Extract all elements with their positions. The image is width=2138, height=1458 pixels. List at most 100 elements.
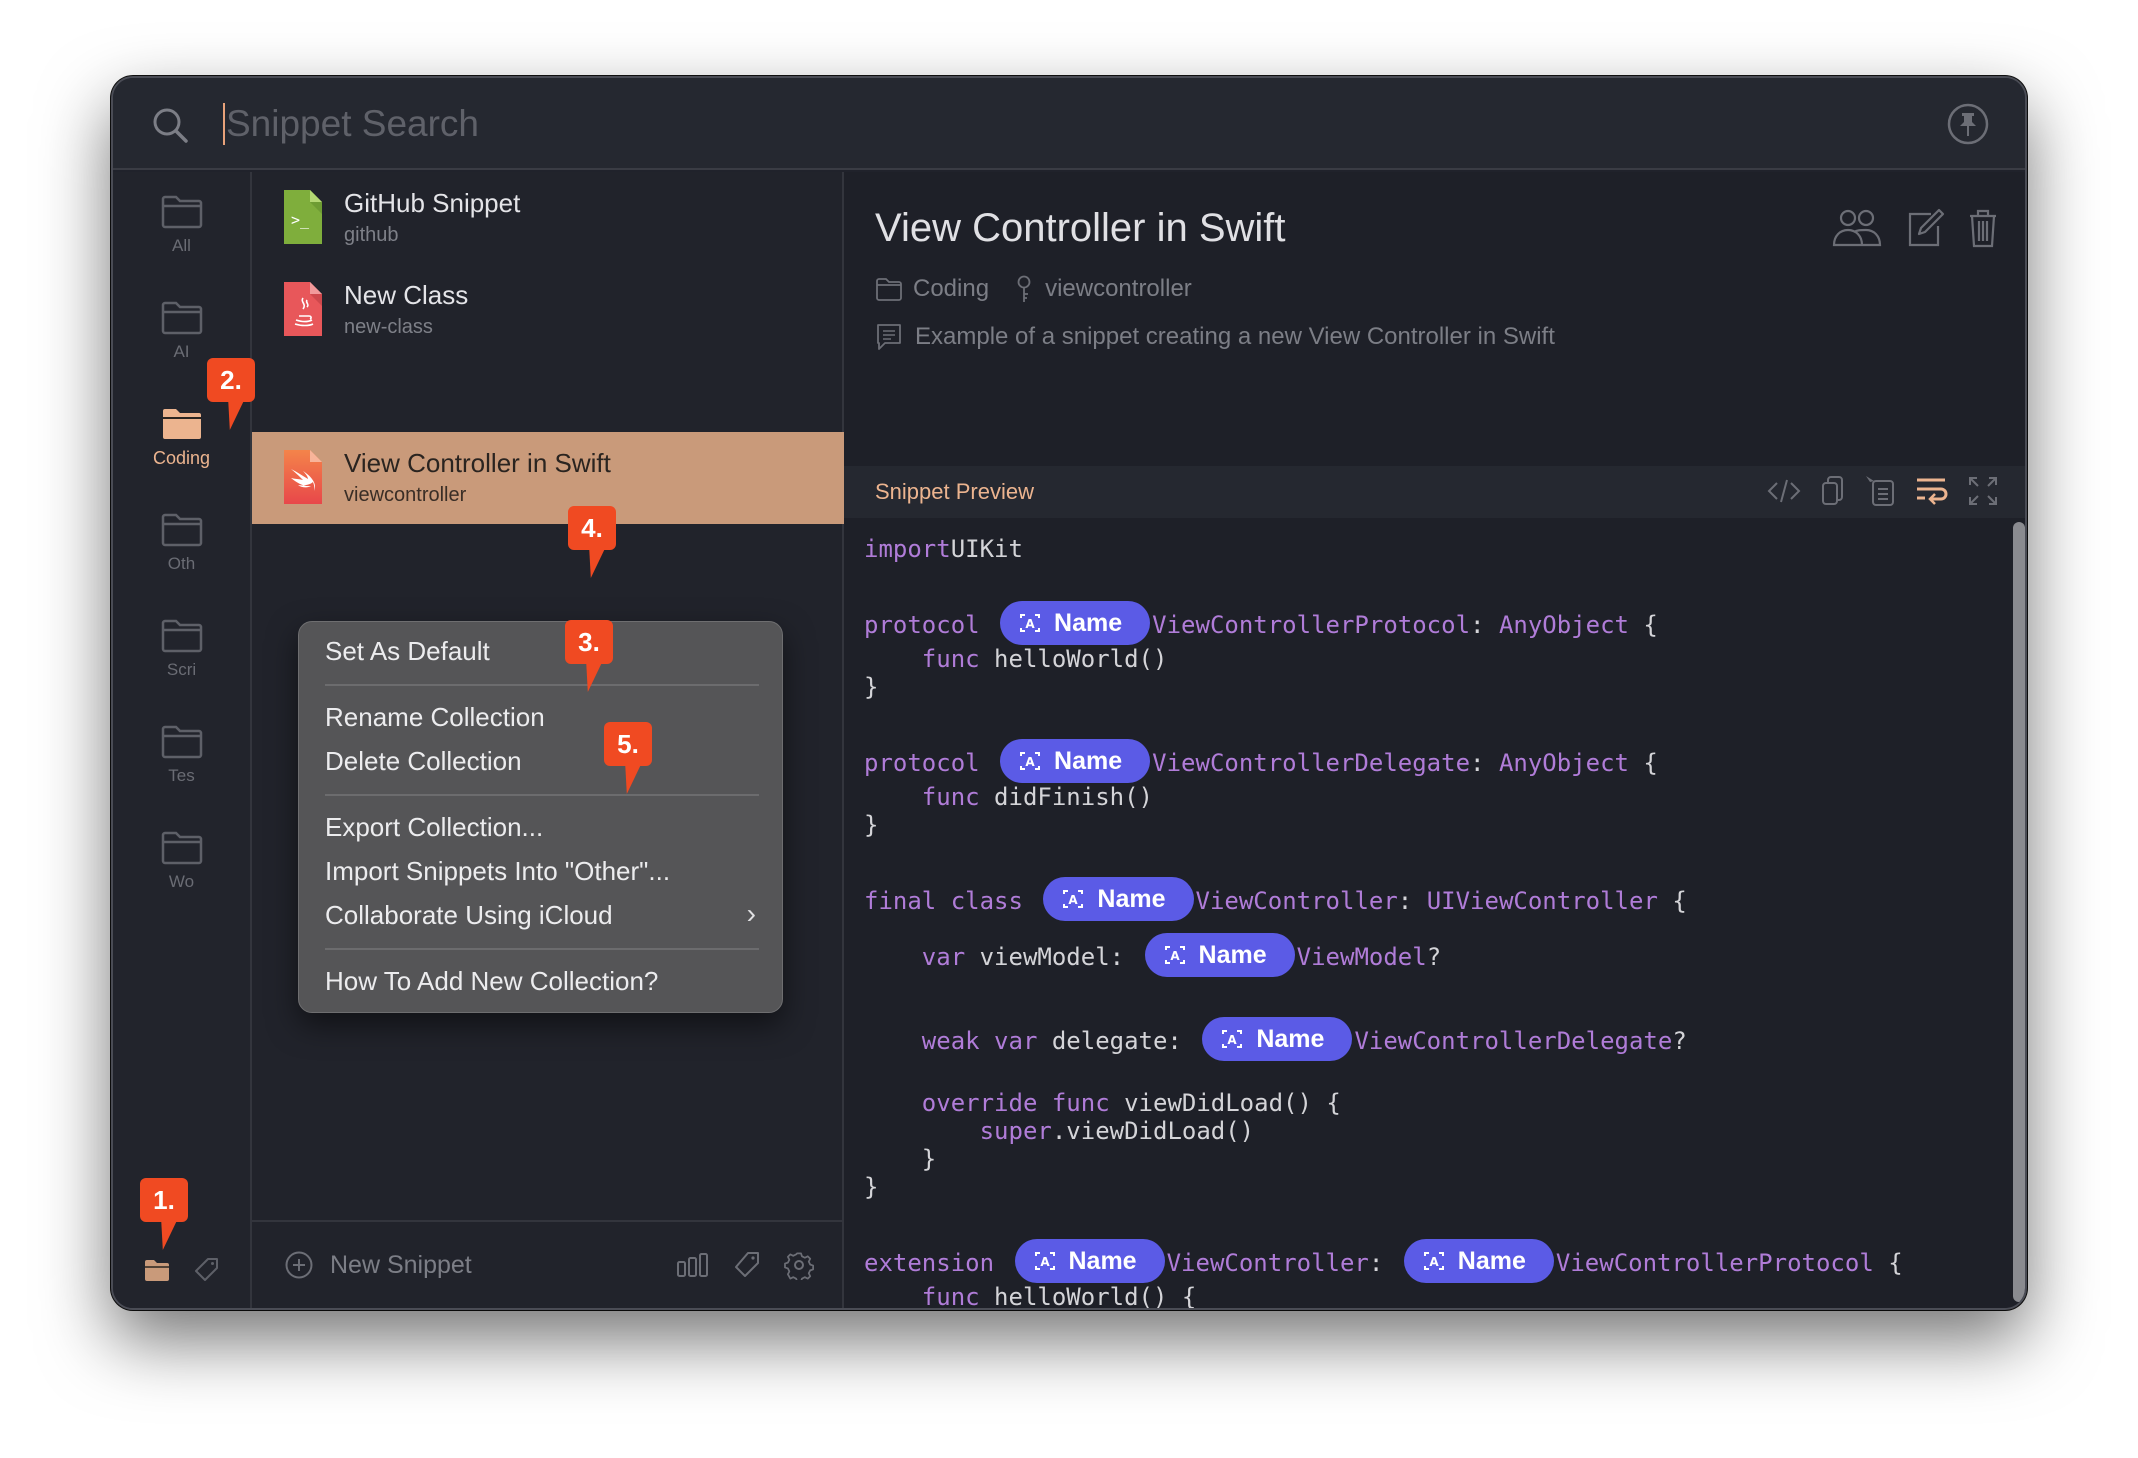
search-icon	[153, 108, 188, 143]
wrap-lines-icon[interactable]	[1915, 476, 1949, 506]
code-type: ViewControllerDelegate	[1354, 1027, 1673, 1055]
menu-item-export-collection[interactable]: Export Collection...	[325, 812, 543, 843]
snippet-detail-title: View Controller in Swift	[875, 206, 1286, 250]
code-keyword: protocol	[864, 611, 980, 639]
fullscreen-icon[interactable]	[1967, 475, 1999, 507]
snippet-search-input[interactable]	[226, 96, 1826, 152]
stats-bar-chart-icon[interactable]	[676, 1252, 710, 1278]
menu-item-set-as-default[interactable]: Set As Default	[325, 636, 490, 667]
sidebar-item-work[interactable]: Wo	[113, 830, 250, 930]
sidebar-item-other[interactable]: Oth	[113, 512, 250, 612]
snippet-keyword: new-class	[344, 316, 433, 338]
tag-icon[interactable]	[193, 1256, 221, 1284]
trash-icon[interactable]	[1967, 208, 1999, 248]
svg-text:A: A	[1228, 1033, 1238, 1047]
placeholder-chip[interactable]: A Name	[1014, 1239, 1165, 1283]
code-type: UIViewController	[1426, 887, 1658, 915]
svg-text:A: A	[1025, 617, 1035, 631]
sidebar-item-all[interactable]: All	[113, 194, 250, 294]
tag-icon[interactable]	[732, 1250, 762, 1280]
code-line: protocol A Name ViewControllerProtocol: An…	[864, 601, 1658, 645]
code-text: UIKit	[950, 535, 1023, 563]
snippet-collection: Coding	[913, 275, 990, 302]
copy-icon[interactable]	[1819, 475, 1847, 507]
snippet-keyword-detail: viewcontroller	[1045, 275, 1192, 302]
menu-item-rename-collection[interactable]: Rename Collection	[325, 702, 545, 733]
menu-item-delete-collection[interactable]: Delete Collection	[325, 746, 522, 777]
sidebar-bottom-toolbar	[143, 1256, 221, 1284]
code-text: }	[864, 673, 879, 701]
sidebar-item-label: Tes	[168, 766, 195, 785]
code-line: }	[864, 1170, 878, 1204]
placeholder-chip-label: Name	[1068, 1247, 1137, 1275]
code-scrollbar[interactable]	[2013, 522, 2025, 1302]
menu-item-collaborate-icloud[interactable]: Collaborate Using iCloud	[325, 900, 613, 931]
svg-text:>_: >_	[291, 211, 310, 229]
code-line: func helloWorld()	[864, 642, 1168, 676]
placeholder-chip[interactable]: A Name	[1202, 1017, 1353, 1061]
code-view-icon[interactable]	[1767, 476, 1801, 506]
code-line: extension A Name ViewController: A Name View…	[864, 1239, 1903, 1283]
code-text: {	[1657, 887, 1687, 915]
sidebar-item-label: Coding	[152, 448, 211, 468]
menu-item-import-snippets[interactable]: Import Snippets Into "Other"...	[325, 856, 670, 887]
callout-4: 4.	[568, 506, 616, 550]
menu-separator	[325, 948, 759, 950]
placeholder-chip[interactable]: A Name	[1043, 877, 1194, 921]
placeholder-chip[interactable]: A Name	[1000, 601, 1151, 645]
folder-icon	[161, 301, 202, 335]
folder-icon	[876, 278, 902, 301]
code-keyword: protocol	[864, 749, 980, 777]
code-keyword: weak var	[921, 1027, 1038, 1055]
app-window: All AI Coding Oth Scri Tes Wo	[111, 76, 2027, 1310]
svg-text:A: A	[1429, 1255, 1439, 1269]
new-snippet-button[interactable]: New Snippet	[284, 1250, 472, 1280]
collections-toggle-folder-icon[interactable]	[143, 1258, 171, 1282]
edit-icon[interactable]	[1905, 208, 1945, 248]
sidebar-item-scripts[interactable]: Scri	[113, 618, 250, 718]
code-keyword: func	[921, 645, 980, 673]
snippet-keyword: github	[344, 224, 399, 246]
gear-icon[interactable]	[784, 1250, 814, 1280]
code-type: ViewControllerProtocol	[1152, 611, 1471, 639]
placeholder-chip[interactable]: A Name	[1403, 1239, 1554, 1283]
code-text: }	[864, 1173, 879, 1201]
code-text: }	[864, 811, 879, 839]
menu-item-how-to-add-collection[interactable]: How To Add New Collection?	[325, 966, 658, 997]
pin-icon[interactable]	[1946, 102, 1990, 146]
code-line: importUIKit	[864, 532, 1023, 566]
java-file-icon	[284, 282, 322, 336]
placeholder-chip[interactable]: A Name	[1144, 933, 1295, 977]
code-line: func didFinish()	[864, 780, 1153, 814]
new-snippet-label: New Snippet	[330, 1250, 472, 1279]
copy-as-snippet-icon[interactable]	[1865, 475, 1897, 507]
sidebar-item-tests[interactable]: Tes	[113, 724, 250, 824]
key-icon	[1017, 275, 1031, 302]
snippet-row[interactable]: >_ GitHub Snippet github	[252, 172, 844, 264]
code-text: {	[1628, 611, 1658, 639]
code-type: ViewControllerDelegate	[1152, 749, 1471, 777]
comment-icon	[877, 324, 901, 350]
share-users-icon[interactable]	[1831, 208, 1883, 248]
snippet-row-selected[interactable]: View Controller in Swift viewcontroller	[252, 432, 844, 524]
menu-separator	[325, 794, 759, 796]
snippet-keyword: viewcontroller	[344, 484, 467, 506]
collections-sidebar: All AI Coding Oth Scri Tes Wo	[113, 172, 252, 1308]
placeholder-chip-label: Name	[1054, 609, 1123, 637]
code-text: ?	[1426, 943, 1442, 971]
code-keyword: import	[864, 535, 951, 563]
sidebar-item-label: All	[172, 236, 191, 255]
code-text: :	[1397, 887, 1427, 915]
placeholder-token-icon: A	[1423, 1252, 1444, 1270]
code-text: helloWorld() {	[979, 1283, 1197, 1310]
placeholder-chip[interactable]: A Name	[1000, 739, 1151, 783]
placeholder-chip-label: Name	[1054, 747, 1123, 775]
snippet-row[interactable]: New Class new-class	[252, 264, 844, 356]
